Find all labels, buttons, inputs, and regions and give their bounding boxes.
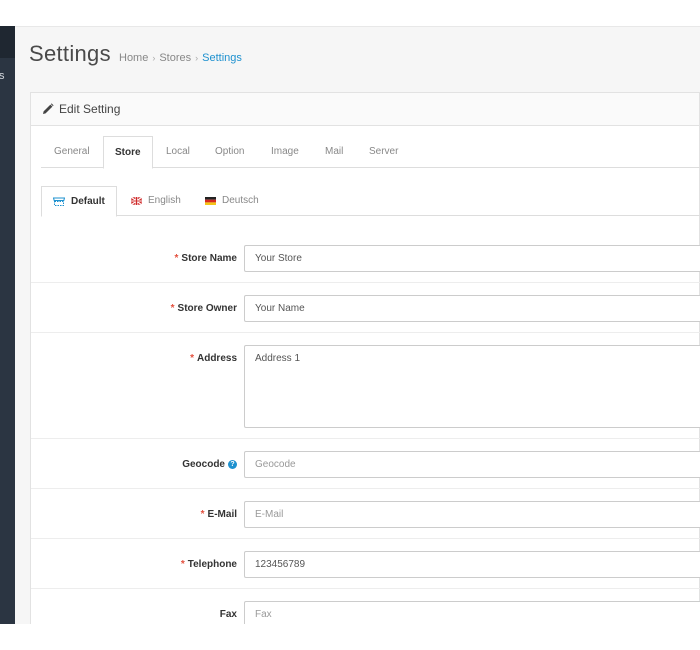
- form-row-telephone: * Telephone: [31, 539, 700, 589]
- panel-heading: Edit Setting: [31, 93, 699, 126]
- pencil-icon: [43, 103, 54, 114]
- form-row-store-owner: * Store Owner: [31, 283, 700, 333]
- language-tab-deutsch[interactable]: Deutsch: [205, 186, 259, 216]
- help-icon[interactable]: ?: [228, 460, 237, 469]
- language-tab-label: Deutsch: [222, 195, 259, 206]
- page-bottom-margin: [0, 624, 700, 650]
- telephone-label: * Telephone: [180, 559, 237, 570]
- store-owner-label: * Store Owner: [170, 303, 237, 314]
- page-title: Settings: [29, 41, 111, 66]
- form-row-geocode: Geocode?: [31, 439, 700, 489]
- breadcrumb-separator-icon: ›: [195, 53, 199, 63]
- store-name-input[interactable]: [244, 245, 700, 272]
- language-tab-label: English: [148, 195, 181, 206]
- address-textarea[interactable]: Address 1: [244, 345, 700, 428]
- breadcrumb: Home › Stores › Settings: [119, 52, 242, 64]
- store-owner-input[interactable]: [244, 295, 700, 322]
- fax-label: Fax: [219, 609, 237, 620]
- telephone-input[interactable]: [244, 551, 700, 578]
- tab-store[interactable]: Store: [103, 136, 153, 169]
- form-row-fax: Fax: [31, 589, 700, 624]
- breadcrumb-stores[interactable]: Stores: [159, 52, 191, 64]
- sidebar-header: [0, 26, 15, 58]
- language-tab-default[interactable]: Default: [41, 186, 117, 217]
- main-content: Settings Home › Stores › Settings Edit Setti…: [15, 26, 700, 624]
- germany-flag-icon: [205, 197, 216, 205]
- tab-mail[interactable]: Mail: [325, 136, 343, 168]
- form-row-address: * Address Address 1: [31, 333, 700, 439]
- address-label: * Address: [190, 353, 237, 364]
- language-tab-english[interactable]: English: [131, 186, 181, 216]
- tab-option[interactable]: Option: [215, 136, 244, 168]
- email-label: * E-Mail: [200, 509, 237, 520]
- geocode-input[interactable]: [244, 451, 700, 478]
- panel-title: Edit Setting: [59, 102, 121, 116]
- tab-local[interactable]: Local: [166, 136, 190, 168]
- language-tabs: Default English Deutsch: [41, 186, 700, 217]
- edit-setting-panel: Edit Setting General Store Local Option …: [30, 92, 700, 624]
- form-row-email: * E-Mail: [31, 489, 700, 539]
- store-icon: [53, 197, 65, 206]
- store-name-label: * Store Name: [174, 253, 237, 264]
- breadcrumb-settings[interactable]: Settings: [202, 52, 242, 64]
- language-tab-label: Default: [71, 195, 105, 207]
- page-header: Settings Home › Stores › Settings: [15, 27, 700, 91]
- uk-flag-icon: [131, 197, 142, 205]
- form-row-store-name: * Store Name: [31, 233, 700, 283]
- tab-image[interactable]: Image: [271, 136, 299, 168]
- email-input[interactable]: [244, 501, 700, 528]
- fax-input[interactable]: [244, 601, 700, 624]
- tab-server[interactable]: Server: [369, 136, 398, 168]
- tab-general[interactable]: General: [54, 136, 90, 168]
- sidebar-item-label[interactable]: s: [0, 70, 5, 82]
- sidebar: s: [0, 26, 15, 624]
- settings-tabs: General Store Local Option Image Mail Se…: [41, 136, 700, 169]
- geocode-label: Geocode?: [182, 459, 237, 470]
- breadcrumb-separator-icon: ›: [152, 53, 156, 63]
- breadcrumb-home[interactable]: Home: [119, 52, 148, 64]
